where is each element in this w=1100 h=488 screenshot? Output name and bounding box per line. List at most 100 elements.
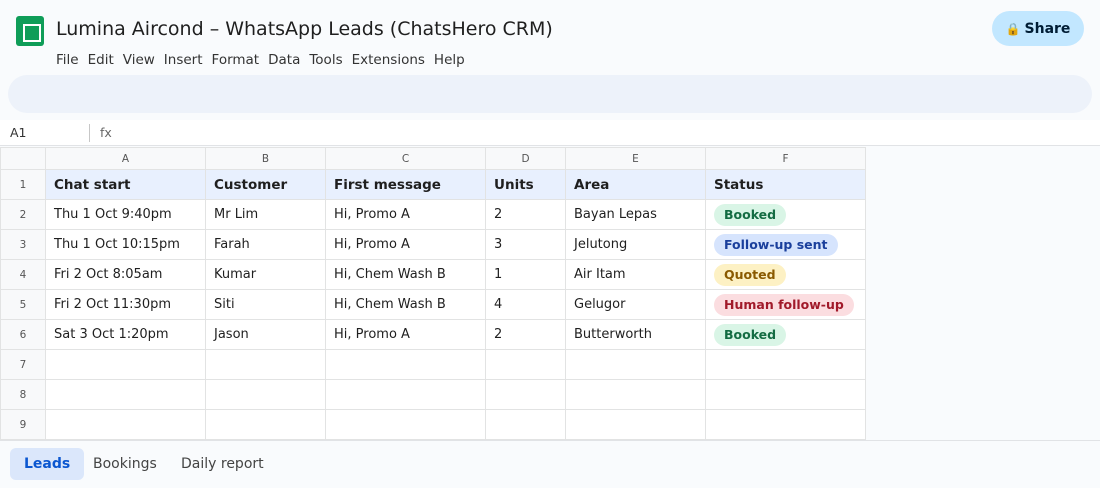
cell-status[interactable]: Quoted: [705, 259, 866, 290]
cell-chat-start[interactable]: Thu 1 Oct 10:15pm: [45, 229, 206, 260]
column-header-d[interactable]: D: [485, 147, 566, 170]
cell-first-message[interactable]: Hi, Chem Wash B: [325, 289, 486, 320]
empty-cell[interactable]: [45, 349, 206, 380]
empty-cell[interactable]: [205, 379, 326, 410]
cell-units[interactable]: 4: [485, 289, 566, 320]
empty-cell[interactable]: [485, 409, 566, 440]
status-badge: Follow-up sent: [714, 233, 838, 256]
cell-customer[interactable]: Jason: [205, 319, 326, 350]
name-box[interactable]: A1: [10, 125, 27, 140]
formula-bar: A1 fx: [0, 120, 1100, 146]
empty-cell[interactable]: [485, 349, 566, 380]
cell-area[interactable]: Bayan Lepas: [565, 199, 706, 230]
cell-status[interactable]: Human follow-up: [705, 289, 866, 320]
menu-file[interactable]: File: [56, 52, 85, 68]
cell-units[interactable]: 2: [485, 199, 566, 230]
menu-help[interactable]: Help: [434, 52, 471, 68]
toolbar: [8, 75, 1092, 113]
row-header[interactable]: 3: [0, 229, 46, 260]
table-row: 7: [0, 349, 866, 380]
empty-cell[interactable]: [325, 349, 486, 380]
header-cell-units[interactable]: Units: [485, 169, 566, 200]
row-header[interactable]: 7: [0, 349, 46, 380]
cell-first-message[interactable]: Hi, Promo A: [325, 229, 486, 260]
cell-area[interactable]: Air Itam: [565, 259, 706, 290]
cell-first-message[interactable]: Hi, Chem Wash B: [325, 259, 486, 290]
cell-units[interactable]: 2: [485, 319, 566, 350]
sheet-table: A B C D E F 1 Chat start Customer First …: [0, 147, 866, 440]
table-row: 3 Thu 1 Oct 10:15pm Farah Hi, Promo A 3 …: [0, 229, 866, 260]
empty-cell[interactable]: [705, 379, 866, 410]
cell-area[interactable]: Gelugor: [565, 289, 706, 320]
header-cell-area[interactable]: Area: [565, 169, 706, 200]
tab-daily-report[interactable]: Daily report: [167, 448, 278, 480]
empty-cell[interactable]: [565, 409, 706, 440]
row-header[interactable]: 2: [0, 199, 46, 230]
row-header[interactable]: 4: [0, 259, 46, 290]
table-row: 6 Sat 3 Oct 1:20pm Jason Hi, Promo A 2 B…: [0, 319, 866, 350]
column-header-f[interactable]: F: [705, 147, 866, 170]
empty-cell[interactable]: [205, 349, 326, 380]
fx-icon: fx: [100, 125, 112, 140]
select-all-corner[interactable]: [0, 147, 46, 170]
cell-chat-start[interactable]: Sat 3 Oct 1:20pm: [45, 319, 206, 350]
menu-data[interactable]: Data: [268, 52, 306, 68]
cell-status[interactable]: Follow-up sent: [705, 229, 866, 260]
share-button[interactable]: 🔒 Share: [992, 11, 1084, 46]
header-cell-first-message[interactable]: First message: [325, 169, 486, 200]
menu-view[interactable]: View: [123, 52, 161, 68]
empty-cell[interactable]: [565, 349, 706, 380]
cell-chat-start[interactable]: Fri 2 Oct 8:05am: [45, 259, 206, 290]
empty-cell[interactable]: [325, 409, 486, 440]
header-cell-chat-start[interactable]: Chat start: [45, 169, 206, 200]
sheets-logo-icon[interactable]: [16, 16, 44, 46]
menu-extensions[interactable]: Extensions: [352, 52, 431, 68]
empty-cell[interactable]: [485, 379, 566, 410]
cell-customer[interactable]: Siti: [205, 289, 326, 320]
cell-units[interactable]: 1: [485, 259, 566, 290]
table-row: 4 Fri 2 Oct 8:05am Kumar Hi, Chem Wash B…: [0, 259, 866, 290]
menu-insert[interactable]: Insert: [164, 52, 209, 68]
row-header[interactable]: 1: [0, 169, 46, 200]
column-header-e[interactable]: E: [565, 147, 706, 170]
cell-first-message[interactable]: Hi, Promo A: [325, 319, 486, 350]
header-cell-status[interactable]: Status: [705, 169, 866, 200]
cell-units[interactable]: 3: [485, 229, 566, 260]
empty-cell[interactable]: [705, 349, 866, 380]
row-header[interactable]: 6: [0, 319, 46, 350]
column-header-b[interactable]: B: [205, 147, 326, 170]
empty-cell[interactable]: [45, 379, 206, 410]
header-cell-customer[interactable]: Customer: [205, 169, 326, 200]
row-header[interactable]: 5: [0, 289, 46, 320]
column-header-a[interactable]: A: [45, 147, 206, 170]
row-header[interactable]: 9: [0, 409, 46, 440]
empty-cell[interactable]: [325, 379, 486, 410]
menu-bar: File Edit View Insert Format Data Tools …: [56, 52, 474, 68]
cell-area[interactable]: Butterworth: [565, 319, 706, 350]
menu-tools[interactable]: Tools: [309, 52, 348, 68]
tab-leads[interactable]: Leads: [10, 448, 85, 480]
cell-customer[interactable]: Farah: [205, 229, 326, 260]
cell-chat-start[interactable]: Fri 2 Oct 11:30pm: [45, 289, 206, 320]
empty-cell[interactable]: [205, 409, 326, 440]
document-title[interactable]: Lumina Aircond – WhatsApp Leads (ChatsHe…: [56, 18, 553, 40]
status-badge: Booked: [714, 203, 787, 226]
row-header[interactable]: 8: [0, 379, 46, 410]
empty-cell[interactable]: [565, 379, 706, 410]
cell-chat-start[interactable]: Thu 1 Oct 9:40pm: [45, 199, 206, 230]
column-header-c[interactable]: C: [325, 147, 486, 170]
table-row: 2 Thu 1 Oct 9:40pm Mr Lim Hi, Promo A 2 …: [0, 199, 866, 230]
empty-cell[interactable]: [45, 409, 206, 440]
cell-status[interactable]: Booked: [705, 199, 866, 230]
empty-cell[interactable]: [705, 409, 866, 440]
cell-status[interactable]: Booked: [705, 319, 866, 350]
share-button-label: Share: [1024, 20, 1071, 37]
cell-area[interactable]: Jelutong: [565, 229, 706, 260]
tab-bookings[interactable]: Bookings: [79, 448, 171, 480]
cell-first-message[interactable]: Hi, Promo A: [325, 199, 486, 230]
cell-customer[interactable]: Mr Lim: [205, 199, 326, 230]
menu-edit[interactable]: Edit: [88, 52, 120, 68]
table-row: 5 Fri 2 Oct 11:30pm Siti Hi, Chem Wash B…: [0, 289, 866, 320]
cell-customer[interactable]: Kumar: [205, 259, 326, 290]
menu-format[interactable]: Format: [212, 52, 266, 68]
